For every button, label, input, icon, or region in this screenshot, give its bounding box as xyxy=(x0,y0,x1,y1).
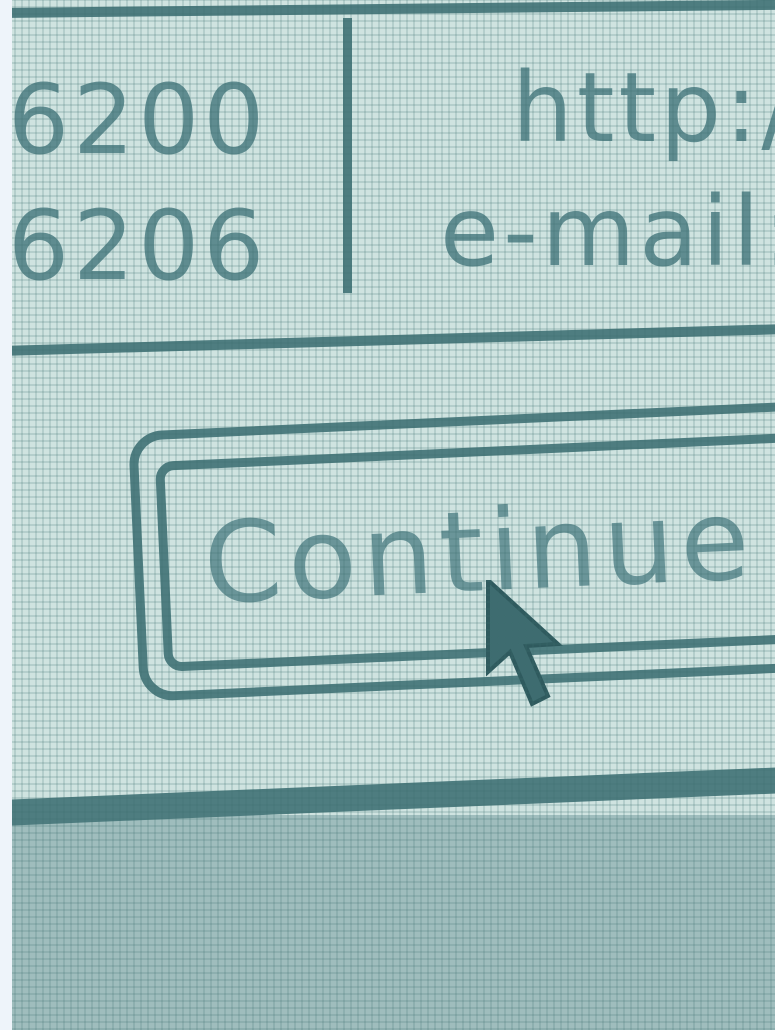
table-top-border xyxy=(0,0,775,18)
column-divider xyxy=(343,18,352,293)
table-bottom-border xyxy=(0,323,775,356)
phone-number-1: 6200 xyxy=(8,64,269,176)
continue-button[interactable]: Continue xyxy=(155,432,775,672)
phone-number-2: 6206 xyxy=(8,190,269,302)
email-link[interactable]: e-mail: xyxy=(440,184,775,280)
window-bottom-area xyxy=(0,815,775,1030)
mouse-pointer-arrow-icon xyxy=(486,580,563,707)
screen-edge xyxy=(0,0,12,1030)
website-link[interactable]: http:/ xyxy=(512,60,775,156)
